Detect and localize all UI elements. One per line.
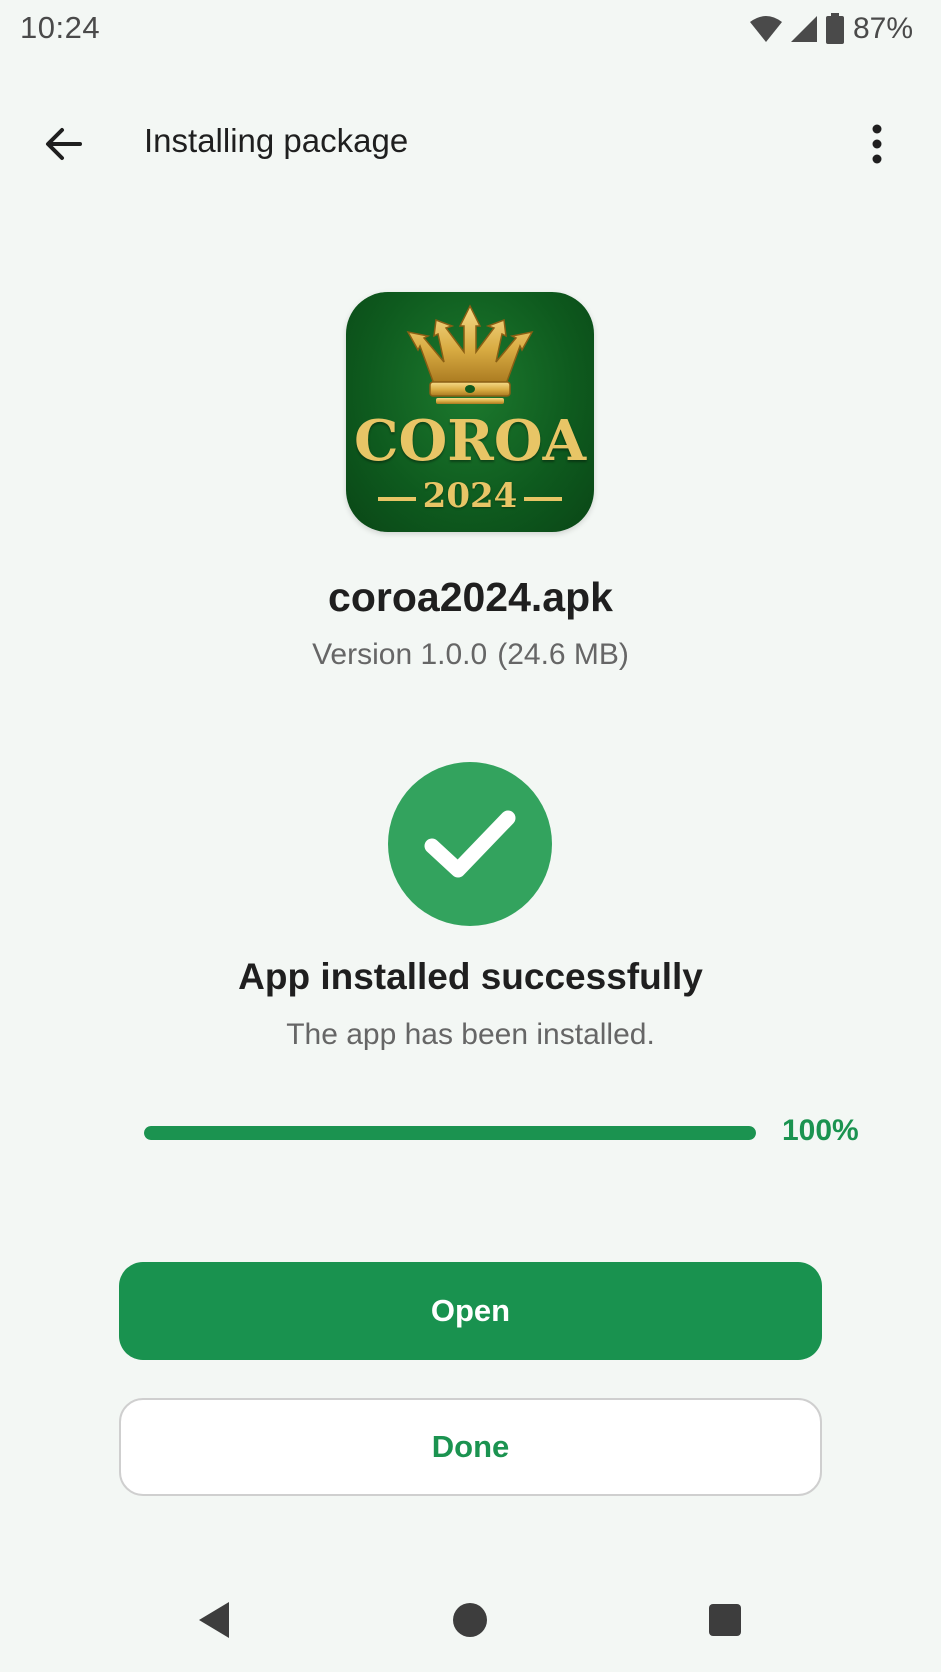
open-button[interactable]: Open — [119, 1262, 822, 1360]
signal-icon — [789, 14, 819, 44]
app-icon-wordmark: COROA — [353, 408, 587, 474]
open-button-label: Open — [430, 1293, 511, 1328]
nav-back-icon — [199, 1602, 229, 1638]
nav-back-button[interactable] — [192, 1598, 236, 1642]
nav-recents-icon — [709, 1604, 741, 1636]
wifi-icon — [749, 14, 783, 44]
done-button-label: Done — [431, 1429, 510, 1464]
app-icon-year: 2024 — [422, 476, 518, 516]
nav-home-icon — [453, 1603, 487, 1637]
page-title: Installing package — [144, 122, 409, 159]
progress-bar — [144, 1126, 756, 1140]
more-vert-icon — [872, 124, 882, 164]
status-icons: 87% — [749, 12, 913, 46]
status-time: 10:24 — [20, 10, 101, 45]
package-version: Version 1.0.0 — [312, 638, 488, 671]
package-file-name: coroa2024.apk — [328, 574, 613, 620]
more-options-button[interactable] — [849, 116, 905, 172]
package-size: (24.6 MB) — [497, 638, 629, 671]
result-title: App installed successfully — [238, 956, 703, 997]
arrow-left-icon — [46, 128, 82, 160]
nav-home-button[interactable] — [448, 1598, 492, 1642]
back-button[interactable] — [36, 116, 92, 172]
check-circle-icon — [388, 762, 552, 926]
progress-fill — [144, 1126, 756, 1140]
nav-recents-button[interactable] — [703, 1598, 747, 1642]
battery-icon — [825, 13, 845, 45]
app-icon: COROA 2024 — [346, 292, 594, 532]
done-button[interactable]: Done — [119, 1398, 822, 1496]
package-meta: Version 1.0.0 (24.6 MB) — [0, 638, 941, 672]
result-subtitle: The app has been installed. — [286, 1018, 655, 1051]
status-bar: 10:24 87% — [0, 0, 941, 60]
app-bar: Installing package — [0, 100, 941, 184]
icon-divider-right — [524, 497, 562, 501]
navigation-bar — [0, 1580, 941, 1660]
battery-percentage: 87% — [852, 12, 913, 45]
progress-percentage: 100% — [782, 1114, 859, 1147]
